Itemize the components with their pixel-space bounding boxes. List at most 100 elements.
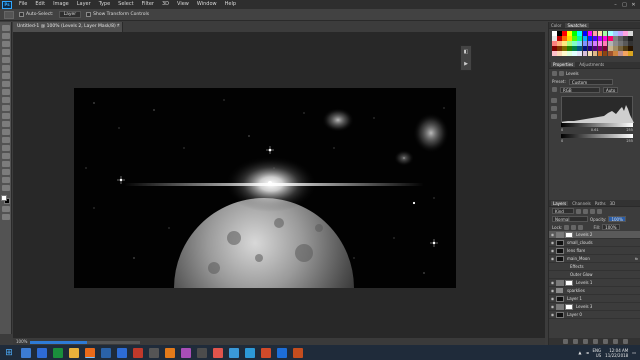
gray-point-eyedropper-icon[interactable]: [551, 105, 557, 111]
visibility-eye-icon[interactable]: ◉: [549, 312, 556, 317]
color-swatch[interactable]: [572, 46, 577, 51]
tab-adjustments[interactable]: Adjustments: [579, 62, 604, 67]
color-swatch[interactable]: [577, 31, 582, 36]
path-selection-tool-icon[interactable]: [1, 153, 10, 159]
color-swatch[interactable]: [592, 46, 598, 51]
color-swatch[interactable]: [582, 46, 588, 51]
color-swatch[interactable]: [602, 31, 608, 36]
marquee-tool-icon[interactable]: [1, 33, 10, 39]
layer-row[interactable]: ◉ lens flare: [549, 247, 640, 255]
color-swatch[interactable]: [567, 31, 572, 36]
color-swatch[interactable]: [552, 41, 557, 46]
menu-edit[interactable]: Edit: [31, 0, 49, 9]
zoom-level[interactable]: 100%: [16, 339, 27, 344]
color-swatch[interactable]: [613, 31, 618, 36]
color-swatch[interactable]: [557, 36, 562, 41]
color-swatch[interactable]: [623, 46, 628, 51]
visibility-eye-icon[interactable]: ◉: [549, 296, 556, 301]
taskbar-app-icon[interactable]: [21, 347, 31, 358]
type-tool-icon[interactable]: [1, 145, 10, 151]
new-group-icon[interactable]: [602, 339, 608, 344]
color-swatch[interactable]: [572, 41, 577, 46]
lock-pixels-icon[interactable]: [564, 224, 570, 230]
color-swatch[interactable]: [602, 51, 608, 56]
fill-input[interactable]: 100%: [602, 224, 620, 230]
layer-mask-thumbnail[interactable]: [565, 231, 573, 238]
quick-select-tool-icon[interactable]: [1, 49, 10, 55]
hand-tool-icon[interactable]: [1, 169, 10, 175]
color-swatch[interactable]: [587, 46, 593, 51]
move-tool-preset-icon[interactable]: [4, 10, 14, 19]
mask-icon[interactable]: [559, 70, 564, 76]
eyedropper-tool-icon[interactable]: [1, 65, 10, 71]
color-swatch[interactable]: [602, 46, 608, 51]
color-swatch[interactable]: [557, 41, 562, 46]
layer-style-icon[interactable]: [572, 339, 578, 344]
taskbar-app-icon[interactable]: [149, 347, 159, 358]
document-close-icon[interactable]: ×: [116, 22, 120, 32]
output-levels-gradient[interactable]: [561, 133, 633, 138]
histogram-icon[interactable]: ◧: [464, 49, 469, 55]
show-transform-option[interactable]: Show Transform Controls: [86, 12, 149, 17]
color-swatch[interactable]: [608, 41, 613, 46]
color-swatch[interactable]: [613, 36, 618, 41]
menu-select[interactable]: Select: [114, 0, 137, 9]
color-swatch[interactable]: [587, 51, 593, 56]
taskbar-app-icon[interactable]: [101, 347, 111, 358]
color-swatch[interactable]: [628, 31, 633, 36]
network-icon[interactable]: ▲: [578, 350, 581, 355]
taskbar-app-icon[interactable]: [261, 347, 271, 358]
tab-layers[interactable]: Layers: [551, 200, 569, 206]
taskbar-app-icon[interactable]: [181, 347, 191, 358]
color-swatch[interactable]: [618, 31, 623, 36]
start-button-icon[interactable]: ⊞: [0, 345, 18, 360]
layer-row[interactable]: ◉ Layer 0: [549, 311, 640, 319]
menu-type[interactable]: Type: [95, 0, 114, 9]
tab-channels[interactable]: Channels: [572, 201, 591, 206]
clone-stamp-tool-icon[interactable]: [1, 89, 10, 95]
photoshop-logo-icon[interactable]: Ps: [2, 0, 12, 9]
menu-filter[interactable]: Filter: [138, 0, 158, 9]
color-swatch[interactable]: [562, 31, 567, 36]
color-swatch[interactable]: [577, 46, 582, 51]
menu-file[interactable]: File: [15, 0, 31, 9]
visibility-eye-icon[interactable]: ◉: [549, 232, 556, 237]
color-swatch[interactable]: [562, 41, 567, 46]
taskbar-app-icon[interactable]: [245, 347, 255, 358]
zoom-tool-icon[interactable]: [1, 177, 10, 183]
taskbar-app-icon[interactable]: [69, 347, 79, 358]
filter-type-icon[interactable]: [590, 208, 595, 214]
lock-all-icon[interactable]: [578, 224, 584, 230]
color-swatch[interactable]: [623, 31, 628, 36]
color-swatch[interactable]: [562, 46, 567, 51]
screen-mode-icon[interactable]: [1, 214, 10, 220]
color-swatch[interactable]: [592, 31, 598, 36]
healing-brush-tool-icon[interactable]: [1, 73, 10, 79]
color-swatch[interactable]: [562, 36, 567, 41]
new-adjustment-icon[interactable]: [592, 339, 598, 344]
color-swatch[interactable]: [552, 36, 557, 41]
pen-tool-icon[interactable]: [1, 137, 10, 143]
layer-row[interactable]: ◉ main_Moon fx: [549, 255, 640, 263]
color-swatch[interactable]: [572, 36, 577, 41]
taskbar-app-icon[interactable]: [165, 347, 175, 358]
color-swatch[interactable]: [613, 51, 618, 56]
input-black-value[interactable]: 0: [561, 128, 563, 132]
show-transform-checkbox[interactable]: [86, 12, 92, 17]
color-swatch[interactable]: [582, 31, 588, 36]
menu-view[interactable]: View: [173, 0, 193, 9]
tab-properties[interactable]: Properties: [551, 62, 576, 68]
crop-tool-icon[interactable]: [1, 57, 10, 63]
color-swatch[interactable]: [597, 31, 603, 36]
tab-color[interactable]: Color: [551, 23, 561, 28]
move-tool-icon[interactable]: [1, 25, 10, 31]
taskbar-app-icon[interactable]: [293, 347, 303, 358]
taskbar-app-icon[interactable]: [229, 347, 239, 358]
auto-select-target-dropdown[interactable]: Layer: [58, 11, 82, 18]
color-swatch[interactable]: [608, 36, 613, 41]
link-layers-icon[interactable]: [562, 339, 568, 344]
add-mask-icon[interactable]: [582, 339, 588, 344]
color-swatch[interactable]: [597, 46, 603, 51]
channel-dropdown[interactable]: RGB: [560, 86, 600, 93]
taskbar-app-icon[interactable]: [277, 347, 287, 358]
